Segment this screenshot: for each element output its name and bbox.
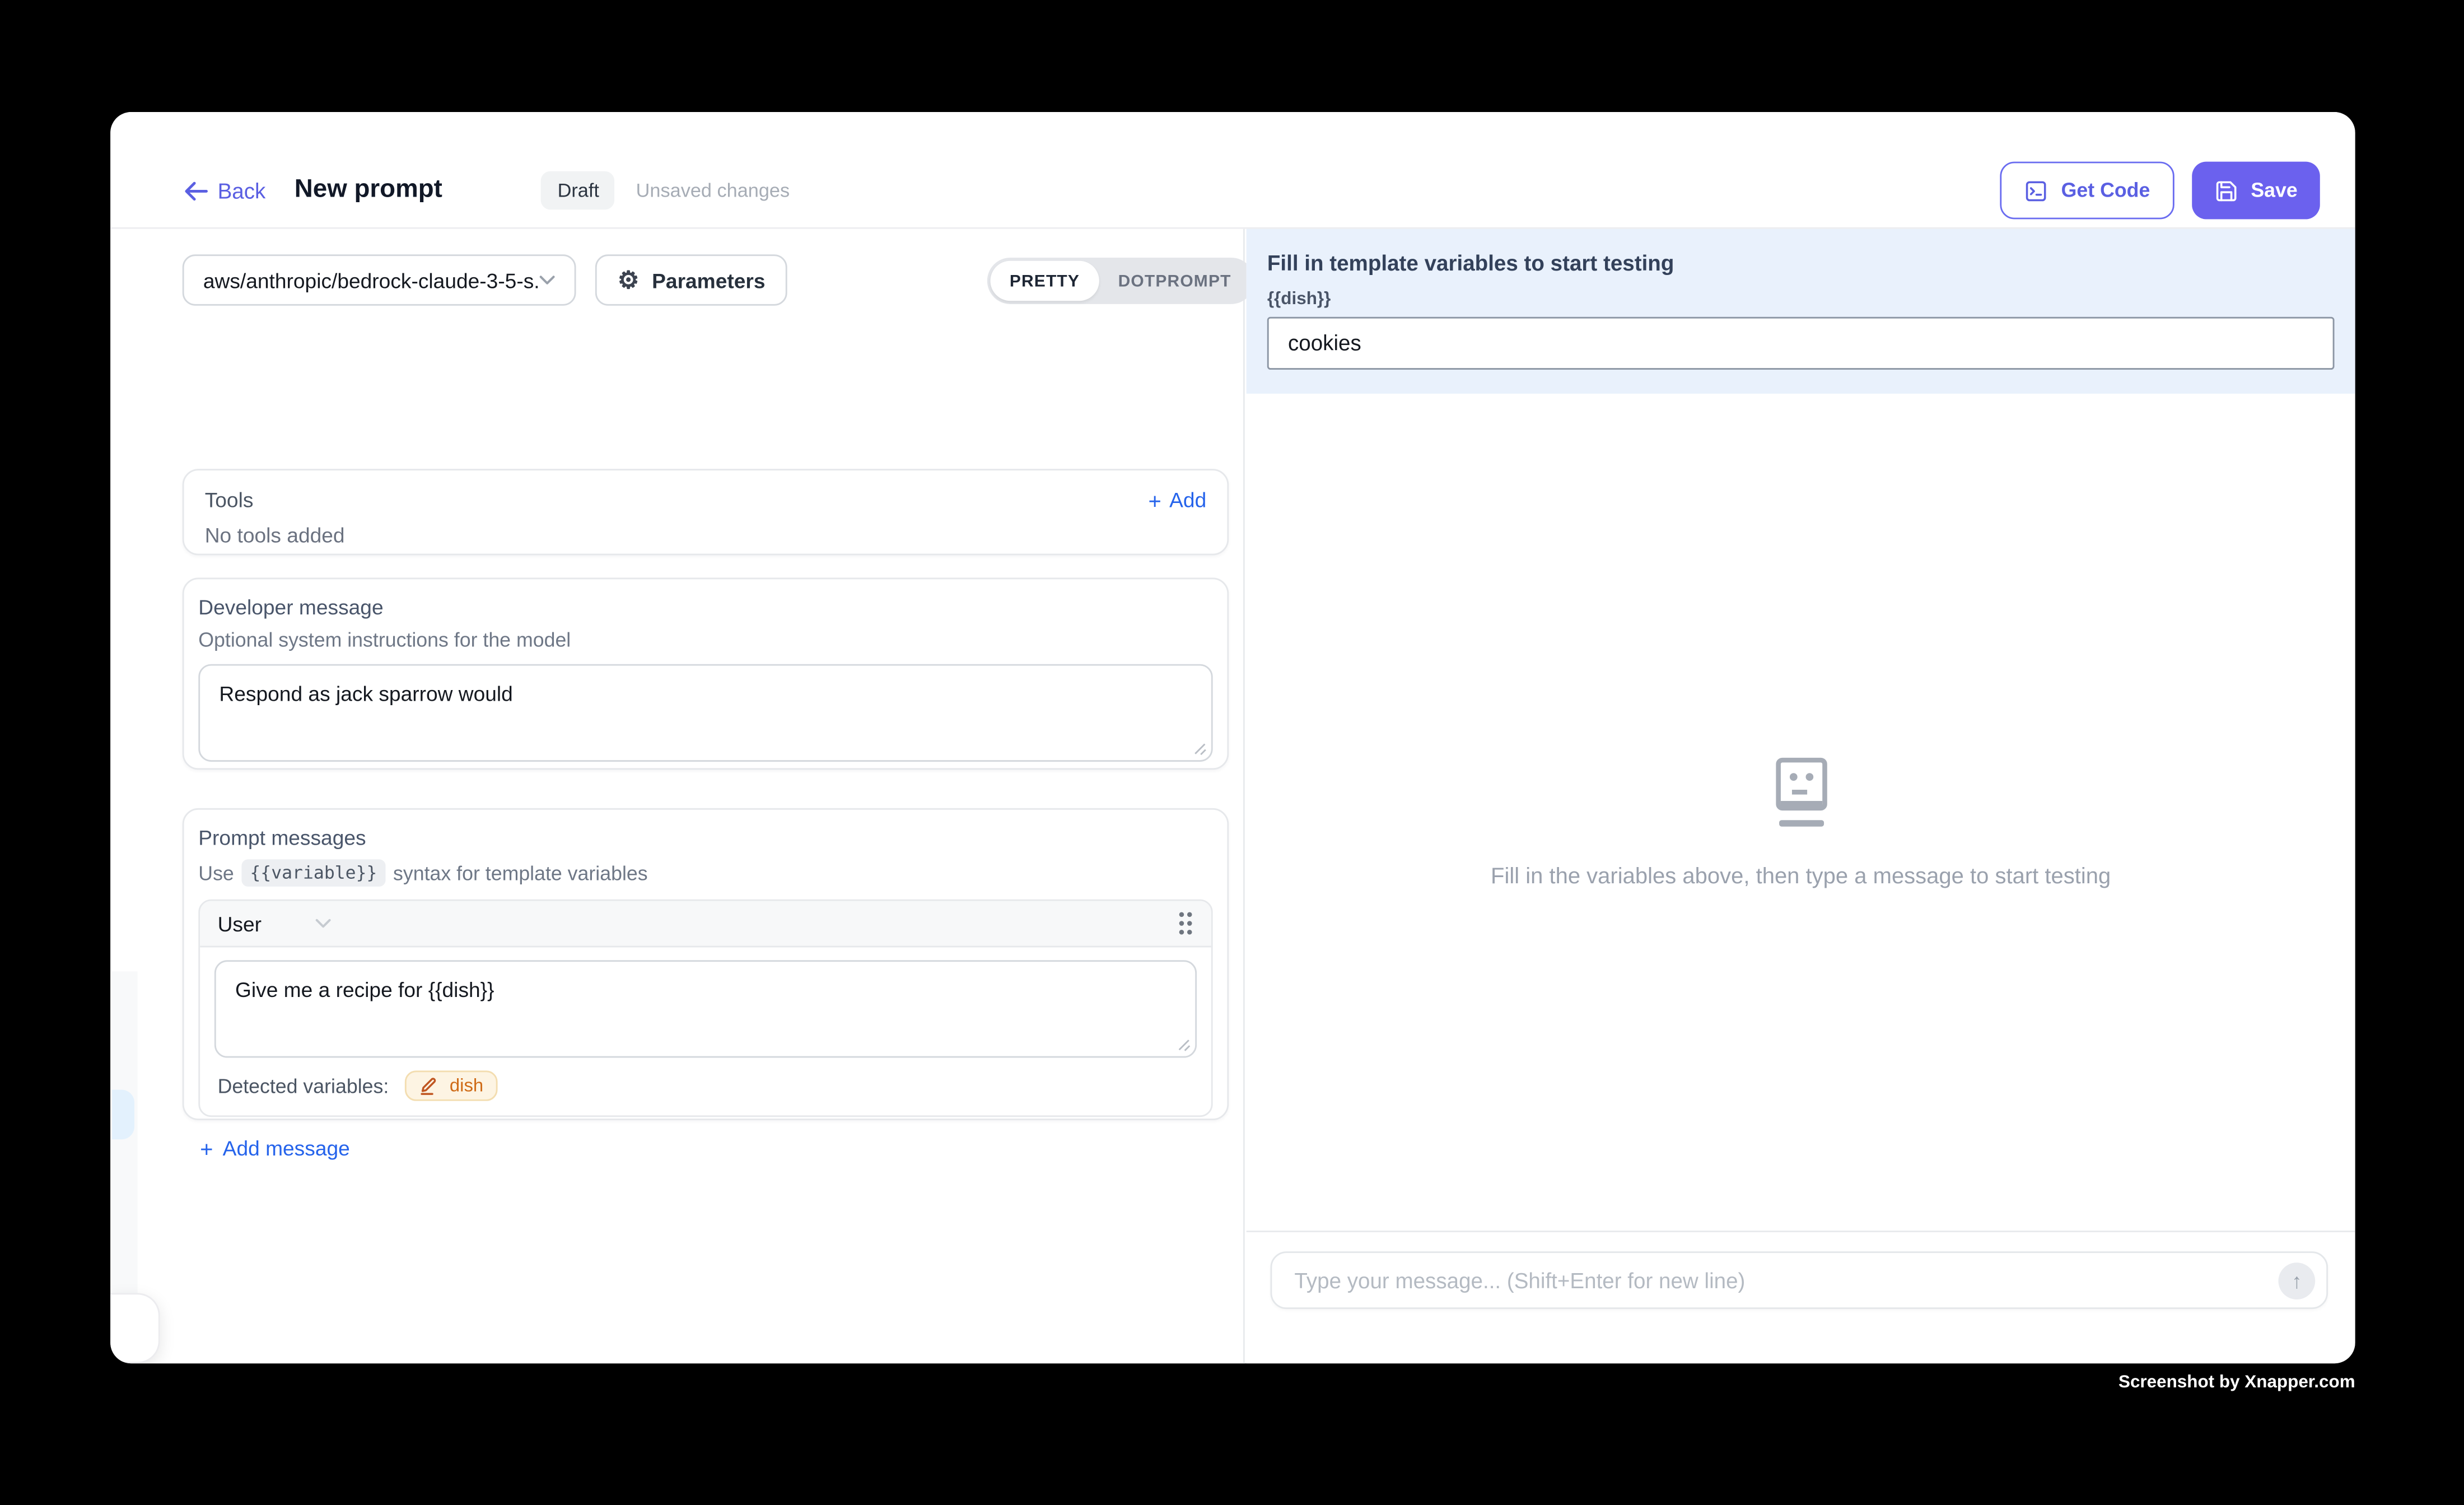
model-select[interactable]: aws/anthropic/bedrock-claude-3-5-s... <box>183 254 576 305</box>
unsaved-changes-label: Unsaved changes <box>636 179 790 202</box>
prompt-editor-column: aws/anthropic/bedrock-claude-3-5-s... ⚙ … <box>110 229 1245 1364</box>
message-textarea-wrap: Give me a recipe for {{dish}} <box>214 960 1197 1057</box>
toggle-pretty[interactable]: PRETTY <box>991 261 1099 301</box>
back-label: Back <box>218 179 266 203</box>
prompt-messages-title: Prompt messages <box>198 826 1212 850</box>
plus-icon: + <box>1148 489 1161 511</box>
detected-variables-label: Detected variables: <box>218 1075 389 1097</box>
detected-variables-row: Detected variables: dish <box>214 1058 1197 1116</box>
screenshot-stage: Back New prompt Draft Unsaved changes Ge… <box>0 0 2464 1505</box>
role-select-value: User <box>218 911 262 935</box>
developer-textarea-wrap: Respond as jack sparrow would <box>198 664 1212 762</box>
arrow-up-icon: ↑ <box>2292 1268 2302 1292</box>
back-button[interactable]: Back <box>184 179 266 203</box>
template-variables-title: Fill in template variables to start test… <box>1267 251 2335 276</box>
variable-syntax-hint: Use {{variable}} syntax for template var… <box>198 859 1212 887</box>
arrow-left-icon <box>184 180 208 201</box>
drag-handle[interactable] <box>1178 911 1194 936</box>
plus-icon: + <box>200 1137 213 1159</box>
app-window: Back New prompt Draft Unsaved changes Ge… <box>110 112 2355 1363</box>
chevron-down-icon <box>539 275 556 285</box>
add-message-label: Add message <box>223 1136 350 1161</box>
developer-message-title: Developer message <box>198 595 1212 619</box>
parameters-button[interactable]: ⚙ Parameters <box>595 254 788 305</box>
variable-value-input[interactable] <box>1267 317 2335 370</box>
add-message-button[interactable]: + Add message <box>200 1136 350 1161</box>
chat-message-input[interactable] <box>1272 1268 2278 1292</box>
tools-title: Tools <box>205 488 254 512</box>
tools-header-row: Tools + Add <box>205 488 1207 512</box>
hint-suffix: syntax for template variables <box>393 862 648 884</box>
parameters-label: Parameters <box>652 268 765 292</box>
developer-message-card: Developer message Optional system instru… <box>183 577 1229 770</box>
message-block: User <box>198 900 1212 1117</box>
add-tool-label: Add <box>1169 488 1206 512</box>
watermark-text: Screenshot by Xnapper.com <box>2118 1373 2355 1392</box>
robot-face-icon <box>1772 757 1830 830</box>
save-label: Save <box>2251 179 2297 202</box>
send-button[interactable]: ↑ <box>2279 1262 2316 1299</box>
tools-empty-text: No tools added <box>205 523 1207 547</box>
developer-message-subtitle: Optional system instructions for the mod… <box>198 629 1212 651</box>
template-variables-box: Fill in template variables to start test… <box>1247 229 2355 394</box>
empty-state-text: Fill in the variables above, then type a… <box>1491 863 2111 888</box>
hint-prefix: Use <box>198 862 234 884</box>
variable-code-chip: {{variable}} <box>242 859 385 887</box>
role-select[interactable]: User <box>218 911 332 935</box>
header-row: Back New prompt Draft Unsaved changes Ge… <box>184 162 2320 220</box>
model-select-value: aws/anthropic/bedrock-claude-3-5-s... <box>203 268 539 292</box>
pencil-icon <box>419 1075 440 1096</box>
developer-message-textarea[interactable]: Respond as jack sparrow would <box>198 664 1212 762</box>
tools-card: Tools + Add No tools added <box>183 469 1229 555</box>
resize-handle-icon[interactable] <box>1193 743 1206 756</box>
variable-chip-dish[interactable]: dish <box>405 1070 498 1101</box>
status-badge: Draft <box>542 171 615 210</box>
grip-dots-icon <box>1178 911 1194 936</box>
clipped-side-panel-highlight <box>112 1090 134 1140</box>
get-code-label: Get Code <box>2061 179 2150 202</box>
header: Back New prompt Draft Unsaved changes Ge… <box>110 112 2355 229</box>
page-title: New prompt <box>295 176 442 204</box>
chevron-down-icon <box>316 919 332 928</box>
variable-chip-label: dish <box>450 1076 483 1095</box>
terminal-icon <box>2024 179 2048 203</box>
message-body: Give me a recipe for {{dish}} Detected v… <box>200 947 1211 1115</box>
get-code-button[interactable]: Get Code <box>2000 162 2174 220</box>
view-mode-toggle: PRETTY DOTPROMPT <box>987 258 1254 304</box>
add-tool-button[interactable]: + Add <box>1148 488 1206 512</box>
message-textarea[interactable]: Give me a recipe for {{dish}} <box>214 960 1197 1057</box>
message-header: User <box>200 901 1211 948</box>
prompt-messages-card: Prompt messages Use {{variable}} syntax … <box>183 808 1229 1120</box>
chat-empty-state: Fill in the variables above, then type a… <box>1247 757 2355 888</box>
variable-key-label: {{dish}} <box>1267 290 2335 309</box>
save-button[interactable]: Save <box>2192 162 2320 220</box>
chat-input-wrap: ↑ <box>1271 1251 2328 1309</box>
clipped-popover-corner <box>110 1293 160 1364</box>
toggle-dotprompt[interactable]: DOTPROMPT <box>1099 261 1250 301</box>
test-panel: Fill in template variables to start test… <box>1247 229 2355 1364</box>
chat-input-bar: ↑ <box>1247 1231 2355 1363</box>
save-icon <box>2214 179 2238 203</box>
resize-handle-icon[interactable] <box>1178 1038 1191 1051</box>
gear-icon: ⚙ <box>618 268 639 292</box>
